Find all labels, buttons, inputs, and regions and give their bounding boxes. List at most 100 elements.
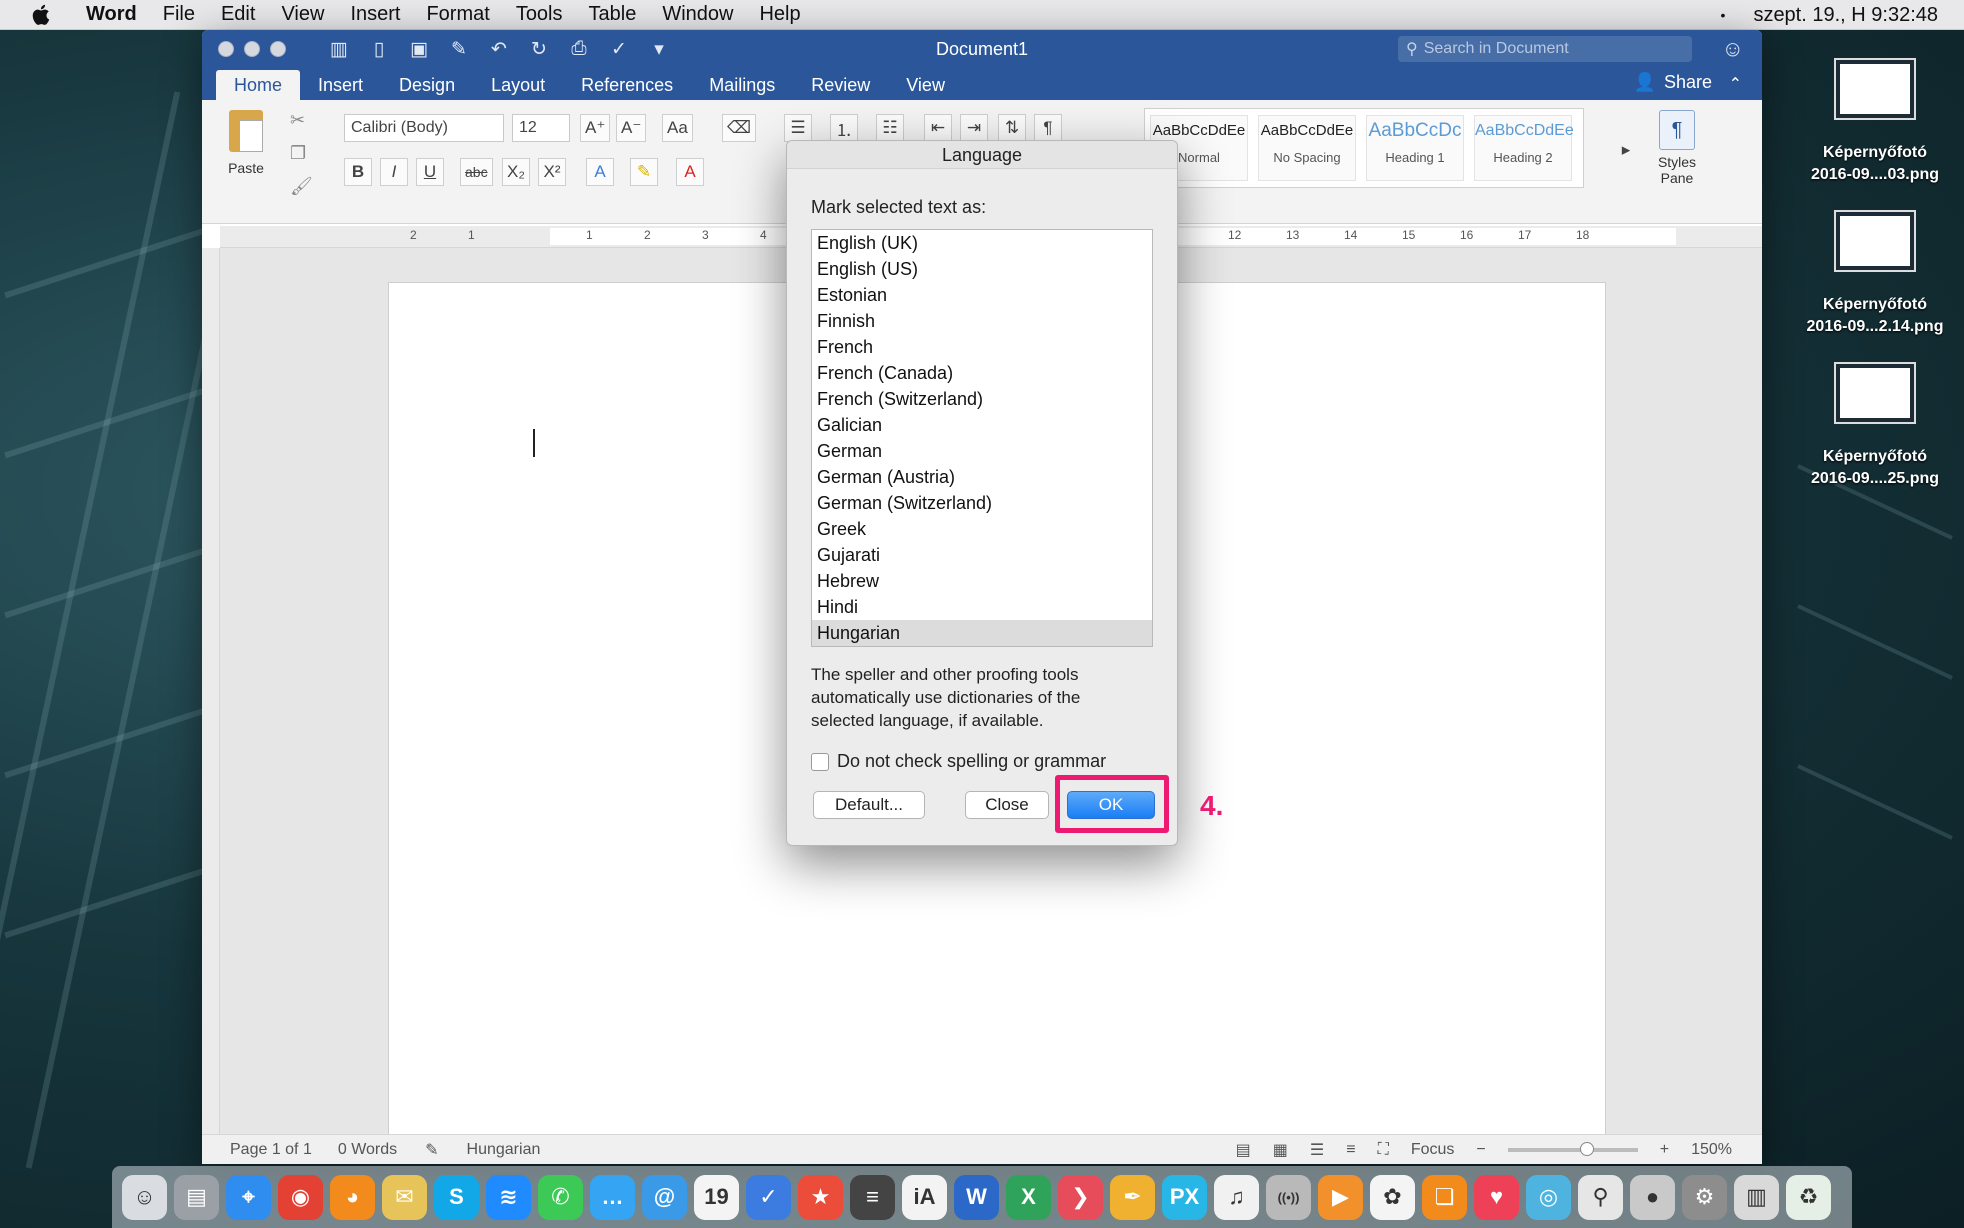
text-effects-button[interactable]: A	[586, 158, 614, 186]
list-item-selected[interactable]: Hungarian	[812, 620, 1152, 646]
tab-view[interactable]: View	[888, 70, 963, 100]
vertical-ruler[interactable]	[202, 248, 220, 1164]
dock-speed-icon[interactable]: ❯	[1058, 1174, 1103, 1220]
no-spellcheck-label[interactable]: Do not check spelling or grammar	[837, 751, 1106, 772]
menu-edit[interactable]: Edit	[221, 3, 255, 26]
menu-tools[interactable]: Tools	[516, 3, 563, 26]
save-icon[interactable]: ▣	[406, 37, 432, 61]
list-item[interactable]: Hindi	[812, 594, 1152, 620]
dock-documents-icon[interactable]: ▥	[1734, 1174, 1779, 1220]
paste-button[interactable]: Paste	[214, 110, 278, 176]
zoom-slider-knob[interactable]	[1579, 1141, 1594, 1156]
dock-messenger-icon[interactable]: ≋	[486, 1174, 531, 1220]
dock-system-prefs-icon[interactable]: ⚙	[1682, 1174, 1727, 1220]
dock-music-icon[interactable]: ♫	[1214, 1174, 1259, 1220]
feedback-smiley-icon[interactable]: ☺	[1722, 36, 1744, 62]
dock-mail-at-icon[interactable]: @	[642, 1174, 687, 1220]
print-icon[interactable]: ⎙	[566, 37, 592, 61]
redo-icon[interactable]: ↻	[526, 37, 552, 61]
no-spellcheck-option[interactable]: Do not check spelling or grammar	[811, 751, 1106, 772]
dock-drive-icon[interactable]: ▤	[174, 1174, 219, 1220]
dock-calendar-icon[interactable]: 19	[694, 1174, 739, 1220]
highlight-color-button[interactable]: ✎	[630, 158, 658, 186]
zoom-window-button[interactable]	[270, 41, 286, 57]
dock-aperture-icon[interactable]: ◎	[1526, 1174, 1571, 1220]
tab-mailings[interactable]: Mailings	[691, 70, 793, 100]
minimize-window-button[interactable]	[244, 41, 260, 57]
edit-icon[interactable]: ✎	[446, 37, 472, 61]
dock-photos-icon[interactable]: ✿	[1370, 1174, 1415, 1220]
list-item[interactable]: French (Switzerland)	[812, 386, 1152, 412]
outline-icon[interactable]: ☰	[1310, 1140, 1324, 1160]
shrink-font-button[interactable]: A⁻	[616, 114, 647, 142]
zoom-out-icon[interactable]: −	[1476, 1141, 1485, 1159]
italic-button[interactable]: I	[380, 158, 408, 186]
strikethrough-button[interactable]: abc	[460, 158, 493, 186]
list-item[interactable]: German (Switzerland)	[812, 490, 1152, 516]
cut-icon[interactable]: ✂	[290, 110, 313, 131]
dock-finder-icon[interactable]: ☺	[122, 1174, 167, 1220]
style-no-spacing[interactable]: AaBbCcDdEe No Spacing	[1258, 115, 1356, 181]
clear-formatting-icon[interactable]: ⌫	[722, 114, 757, 142]
multilevel-list-button[interactable]: ☷	[876, 114, 904, 142]
menu-file[interactable]: File	[163, 3, 195, 26]
desktop-file-2[interactable]: Képernyőfotó 2016-09...2.14.png	[1795, 212, 1955, 338]
menu-format[interactable]: Format	[426, 3, 489, 26]
increase-indent-button[interactable]: ⇥	[960, 114, 988, 142]
list-item[interactable]: French	[812, 334, 1152, 360]
undo-icon[interactable]: ↶	[486, 37, 512, 61]
menubar-clock[interactable]: szept. 19., H 9:32:48	[1753, 4, 1938, 27]
menu-table[interactable]: Table	[589, 3, 637, 26]
list-item[interactable]: German (Austria)	[812, 464, 1152, 490]
print-layout-icon[interactable]: ▤	[1236, 1140, 1251, 1160]
search-input[interactable]	[1423, 40, 1674, 58]
desktop-file-1[interactable]: Képernyőfotó 2016-09....03.png	[1795, 60, 1955, 186]
dock-skype-icon[interactable]: S	[434, 1174, 479, 1220]
close-window-button[interactable]	[218, 41, 234, 57]
zoom-in-icon[interactable]: +	[1660, 1141, 1669, 1159]
list-item[interactable]: English (US)	[812, 256, 1152, 282]
focus-icon[interactable]: ⛶	[1378, 1141, 1389, 1159]
change-case-button[interactable]: Aa	[662, 114, 693, 142]
font-size-select[interactable]: 12	[512, 114, 570, 142]
dock-reminders-icon[interactable]: ✓	[746, 1174, 791, 1220]
no-spellcheck-checkbox[interactable]	[811, 752, 829, 771]
draft-icon[interactable]: ≡	[1346, 1141, 1355, 1159]
style-heading-1[interactable]: AaBbCcDc Heading 1	[1366, 115, 1464, 181]
dock-podcast-icon[interactable]: ((•))	[1266, 1174, 1311, 1220]
tab-design[interactable]: Design	[381, 70, 473, 100]
dock-trash-icon[interactable]: ♻	[1786, 1174, 1831, 1220]
dock-mail-stamp-icon[interactable]: ✉	[382, 1174, 427, 1220]
list-item[interactable]: Estonian	[812, 282, 1152, 308]
new-document-icon[interactable]: ▯	[366, 37, 392, 61]
grow-font-button[interactable]: A⁺	[580, 114, 611, 142]
decrease-indent-button[interactable]: ⇤	[924, 114, 952, 142]
tab-review[interactable]: Review	[793, 70, 888, 100]
font-name-select[interactable]: Calibri (Body)	[344, 114, 504, 142]
spelling-icon[interactable]: ✓	[606, 37, 632, 61]
subscript-button[interactable]: X₂	[502, 158, 530, 186]
list-item[interactable]: English (UK)	[812, 230, 1152, 256]
styles-pane-button[interactable]: ¶ Styles Pane	[1642, 110, 1712, 186]
apple-menu-icon[interactable]	[28, 1, 56, 29]
sidebar-toggle-icon[interactable]: ▥	[326, 37, 352, 61]
close-button[interactable]: Close	[965, 791, 1049, 819]
menu-insert[interactable]: Insert	[350, 3, 400, 26]
menu-view[interactable]: View	[281, 3, 324, 26]
dock-play-icon[interactable]: ▶	[1318, 1174, 1363, 1220]
page-count[interactable]: Page 1 of 1	[230, 1141, 312, 1159]
proofing-icon[interactable]: ✎	[425, 1140, 438, 1160]
dock-pen-icon[interactable]: ✒	[1110, 1174, 1155, 1220]
zoom-slider[interactable]	[1507, 1141, 1638, 1156]
dock-excel-icon[interactable]: X	[1006, 1174, 1051, 1220]
language-list[interactable]: English (UK) English (US) Estonian Finni…	[811, 229, 1153, 647]
bold-button[interactable]: B	[344, 158, 372, 186]
bullets-button[interactable]: ☰	[784, 114, 812, 142]
list-item[interactable]: Gujarati	[812, 542, 1152, 568]
dock-books-icon[interactable]: ❏	[1422, 1174, 1467, 1220]
dock-pixelmator-icon[interactable]: PX	[1162, 1174, 1207, 1220]
tab-references[interactable]: References	[563, 70, 691, 100]
dock-firefox-icon[interactable]: ◕	[330, 1174, 375, 1220]
dock-chrome-icon[interactable]: ◉	[278, 1174, 323, 1220]
menu-help[interactable]: Help	[759, 3, 800, 26]
